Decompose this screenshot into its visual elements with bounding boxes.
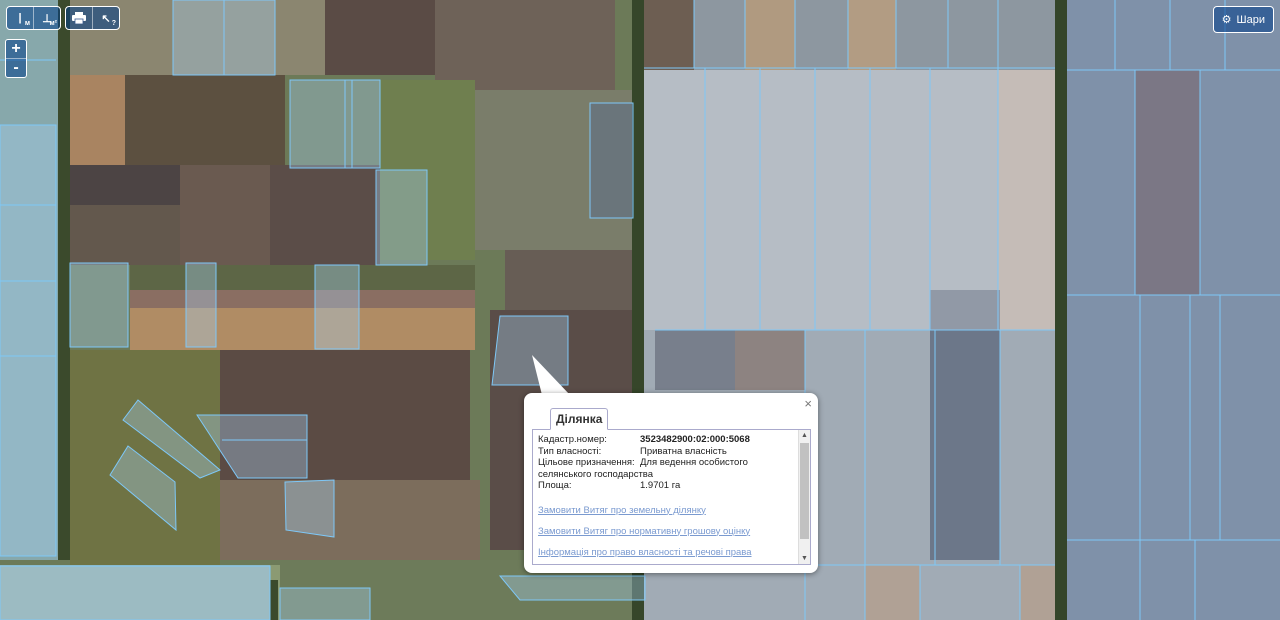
scroll-thumb[interactable]	[800, 443, 809, 539]
parcel-overlay	[1067, 0, 1280, 620]
field-cadastral-number: Кадастр.номер: 3523482900:02:000:5068	[538, 434, 793, 446]
tree-belt	[1055, 0, 1067, 620]
popup-scrollbar[interactable]: ▲ ▼	[798, 430, 810, 564]
parcel-overlay	[644, 70, 1055, 330]
field	[745, 0, 795, 70]
field-purpose: Цільове призначення: Для ведення особист…	[538, 457, 793, 469]
field-label: Кадастр.номер:	[538, 434, 607, 445]
measure-toolbar: | м ⊥ м²	[6, 6, 61, 30]
parcel[interactable]	[0, 355, 57, 557]
order-valuation-extract-link[interactable]: Замовити Витяг про нормативну грошову оц…	[538, 526, 793, 537]
identify-button[interactable]: ↖ ?	[93, 7, 119, 29]
ruler-line-icon: |	[18, 12, 22, 24]
parcel[interactable]	[284, 479, 335, 538]
field-value: Для ведення особистого	[640, 457, 748, 468]
zoom-out-button[interactable]: -	[6, 59, 26, 77]
parcel[interactable]	[375, 169, 428, 266]
field-ownership-type: Тип власності: Приватна власність	[538, 446, 793, 458]
field	[505, 250, 635, 310]
field	[70, 75, 130, 165]
field	[130, 290, 475, 308]
identify-label: ?	[111, 20, 116, 27]
parcel[interactable]	[0, 280, 57, 357]
layers-button[interactable]: ⚙ Шари	[1212, 6, 1274, 33]
selected-parcel[interactable]	[491, 315, 569, 386]
field	[270, 165, 380, 265]
field	[70, 205, 180, 265]
parcel[interactable]	[314, 264, 360, 350]
field-value: 1.9701 га	[640, 480, 681, 491]
scroll-up-icon[interactable]: ▲	[799, 430, 810, 441]
field	[435, 0, 615, 90]
field-label: Площа:	[538, 480, 572, 491]
field-value: 3523482900:02:000:5068	[640, 434, 750, 445]
order-parcel-extract-link[interactable]: Замовити Витяг про земельну ділянку	[538, 505, 793, 516]
parcel[interactable]	[589, 102, 634, 219]
parcel[interactable]	[0, 124, 57, 206]
parcel[interactable]	[0, 565, 271, 620]
field-label: Цільове призначення:	[538, 457, 635, 468]
field-purpose-continued: селянського господарства	[538, 469, 793, 481]
layers-label: Шари	[1236, 13, 1265, 26]
field	[644, 0, 694, 70]
print-icon	[72, 12, 86, 24]
parcel-fields: Кадастр.номер: 3523482900:02:000:5068 Ти…	[538, 434, 793, 558]
zoom-in-button[interactable]: +	[6, 40, 26, 59]
field	[125, 75, 285, 165]
parcel[interactable]	[0, 204, 57, 282]
close-icon[interactable]: ×	[804, 396, 812, 411]
parcel[interactable]	[185, 262, 217, 348]
measure-area-label: м²	[49, 20, 57, 27]
popup-content[interactable]: Кадастр.номер: 3523482900:02:000:5068 Ти…	[532, 429, 811, 565]
parcel[interactable]	[498, 575, 646, 601]
field-value: Приватна власність	[640, 445, 727, 457]
parcel[interactable]	[279, 587, 371, 620]
ownership-rights-info-link[interactable]: Інформація про право власності та речові…	[538, 547, 793, 558]
field-label: Тип власності:	[538, 445, 602, 457]
field	[130, 265, 475, 290]
parcel[interactable]	[289, 79, 381, 169]
parcel[interactable]	[69, 262, 129, 348]
field-value: селянського господарства	[538, 468, 654, 480]
measure-length-button[interactable]: | м	[7, 7, 34, 29]
field	[70, 165, 180, 205]
zoom-control: + -	[5, 39, 27, 78]
tab-parcel[interactable]: Ділянка	[550, 408, 609, 430]
scroll-down-icon[interactable]: ▼	[799, 553, 810, 564]
field-area: Площа: 1.9701 га	[538, 480, 793, 492]
field	[848, 0, 896, 70]
print-button[interactable]	[66, 7, 93, 29]
measure-length-label: м	[24, 20, 30, 27]
field	[130, 308, 475, 350]
tools-toolbar: ↖ ?	[65, 6, 120, 30]
field	[325, 0, 435, 75]
parcel-info-popup: × Ділянка Кадастр.номер: 3523482900:02:0…	[524, 393, 818, 573]
tree-belt	[58, 0, 70, 560]
measure-area-button[interactable]: ⊥ м²	[34, 7, 60, 29]
field	[220, 480, 480, 560]
field	[180, 165, 275, 265]
cursor-question-icon: ↖	[101, 12, 111, 25]
gear-icon: ⚙	[1221, 14, 1232, 26]
tree-belt	[270, 580, 278, 620]
